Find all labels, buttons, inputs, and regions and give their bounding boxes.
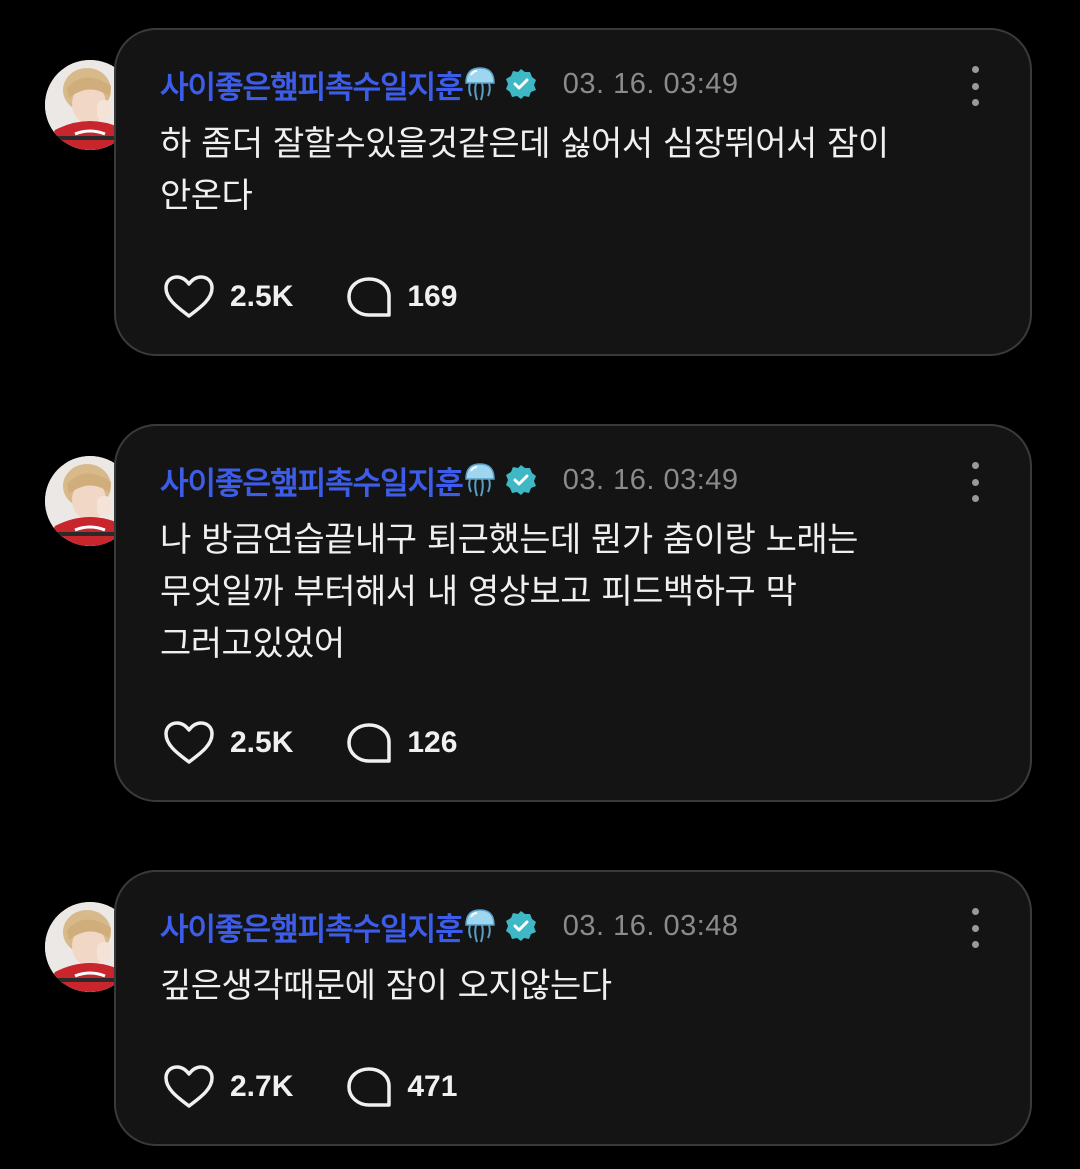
like-count: 2.5K: [230, 726, 294, 759]
more-vertical-icon: [971, 462, 979, 469]
post-text-line: 깊은생각때문에 잠이 오지않는다: [160, 966, 612, 1006]
username[interactable]: 사이좋은햎피촉수일지훈: [160, 458, 464, 503]
post-3: 사이좋은햎피촉수일지훈 03. 16. 03:48 깊은생각때문에 잠이 오지않…: [0, 870, 1080, 1146]
comment-bubble-icon: [347, 277, 392, 317]
comment-bubble-icon: [347, 1067, 392, 1107]
heart-outline-icon: [164, 1065, 214, 1108]
post-actions: 2.5K 126: [162, 720, 509, 766]
timestamp: 03. 16. 03:49: [562, 67, 739, 100]
heart-outline-icon: [164, 275, 214, 318]
post-text: 하 좀더 잘할수있을것같은데 싫어서 심장뛰어서 잠이 안온다: [160, 118, 980, 222]
timestamp: 03. 16. 03:48: [562, 909, 739, 942]
verified-icon: [505, 68, 537, 100]
comment-bubble-icon: [347, 723, 392, 763]
post-text-line: 그러고있었어: [160, 624, 345, 664]
post-text-line: 나 방금연습끝내구 퇴근했는데 뭔가 춤이랑 노래는: [160, 520, 858, 560]
post-text-line: 하 좀더 잘할수있을것같은데 싫어서 심장뛰어서 잠이: [160, 124, 889, 164]
post-card[interactable]: 사이좋은햎피촉수일지훈 03. 16. 03:49 나 방금연습끝내구 퇴근했는…: [114, 424, 1032, 802]
jellyfish-icon: [463, 908, 497, 944]
comment-button[interactable]: 471: [345, 1065, 457, 1109]
post-card[interactable]: 사이좋은햎피촉수일지훈 03. 16. 03:49 하 좀더 잘할수있을것같은데…: [114, 28, 1032, 356]
jellyfish-icon: [463, 66, 497, 102]
post-text-line: 무엇일까 부터해서 내 영상보고 피드백하구 막: [160, 572, 797, 612]
post-header: 사이좋은햎피촉수일지훈 03. 16. 03:48: [160, 904, 739, 949]
comment-button[interactable]: 126: [345, 721, 457, 765]
post-1: 사이좋은햎피촉수일지훈 03. 16. 03:49 하 좀더 잘할수있을것같은데…: [0, 28, 1080, 356]
more-vertical-icon: [971, 908, 979, 915]
post-header: 사이좋은햎피촉수일지훈 03. 16. 03:49: [160, 62, 739, 107]
more-options-button[interactable]: [960, 462, 990, 502]
post-text-line: 안온다: [160, 176, 253, 216]
more-options-button[interactable]: [960, 66, 990, 106]
comment-count: 126: [407, 726, 458, 759]
like-count: 2.5K: [230, 280, 294, 313]
like-button[interactable]: 2.5K: [162, 274, 293, 320]
post-actions: 2.5K 169: [162, 274, 509, 320]
comment-count: 169: [407, 280, 458, 313]
post-card[interactable]: 사이좋은햎피촉수일지훈 03. 16. 03:48 깊은생각때문에 잠이 오지않…: [114, 870, 1032, 1146]
comment-button[interactable]: 169: [345, 275, 457, 319]
timestamp: 03. 16. 03:49: [562, 463, 739, 496]
like-button[interactable]: 2.7K: [162, 1064, 293, 1110]
verified-icon: [505, 464, 537, 496]
like-button[interactable]: 2.5K: [162, 720, 293, 766]
more-vertical-icon: [971, 66, 979, 73]
more-options-button[interactable]: [960, 908, 990, 948]
post-header: 사이좋은햎피촉수일지훈 03. 16. 03:49: [160, 458, 739, 503]
username[interactable]: 사이좋은햎피촉수일지훈: [160, 904, 464, 949]
post-text: 깊은생각때문에 잠이 오지않는다: [160, 960, 980, 1012]
post-text: 나 방금연습끝내구 퇴근했는데 뭔가 춤이랑 노래는 무엇일까 부터해서 내 영…: [160, 514, 980, 670]
username[interactable]: 사이좋은햎피촉수일지훈: [160, 62, 464, 107]
post-actions: 2.7K 471: [162, 1064, 509, 1110]
like-count: 2.7K: [230, 1070, 294, 1103]
post-2: 사이좋은햎피촉수일지훈 03. 16. 03:49 나 방금연습끝내구 퇴근했는…: [0, 424, 1080, 802]
comment-count: 471: [407, 1070, 458, 1103]
heart-outline-icon: [164, 721, 214, 764]
verified-icon: [505, 910, 537, 942]
jellyfish-icon: [463, 462, 497, 498]
